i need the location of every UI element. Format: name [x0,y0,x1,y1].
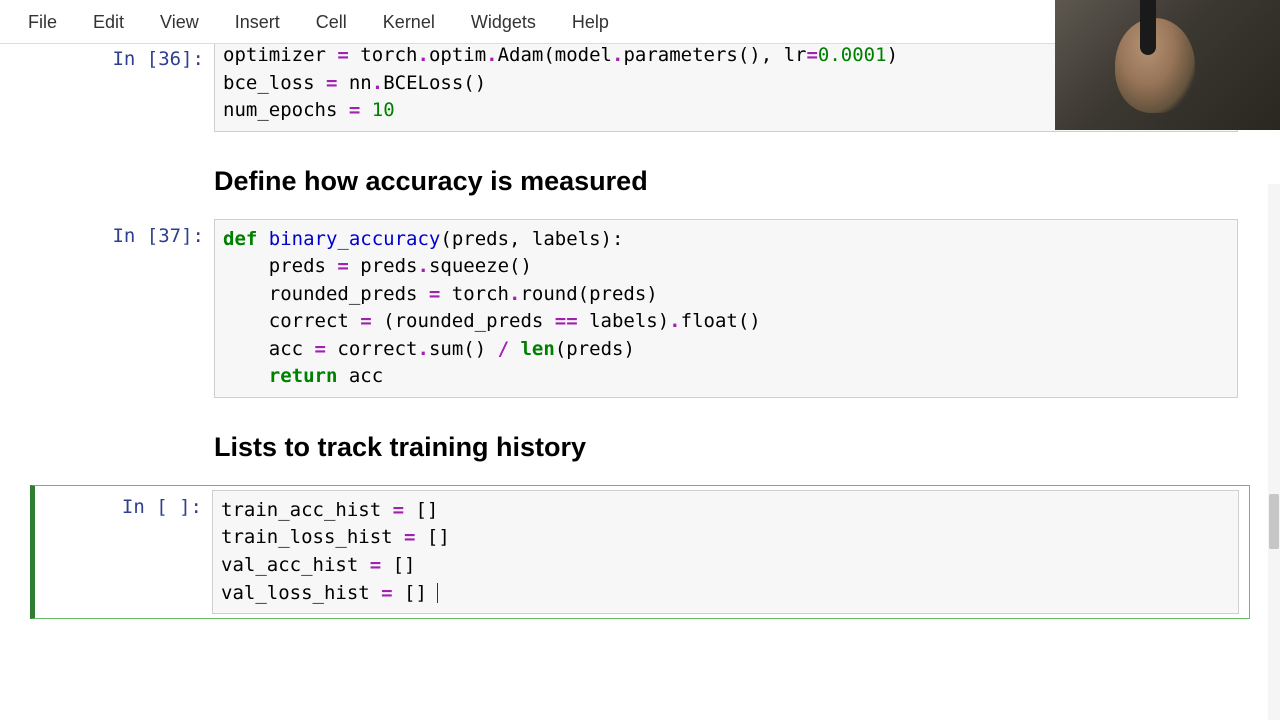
code-op: . [612,44,623,66]
menu-widgets[interactable]: Widgets [453,0,554,44]
menu-insert[interactable]: Insert [217,0,298,44]
code-text: acc [223,338,315,360]
scrollbar-track[interactable] [1268,184,1280,720]
code-text: train_acc_hist [221,499,393,521]
code-text [257,228,268,250]
code-text: optimizer [223,44,337,66]
code-text: optim [429,44,486,66]
code-kw: return [269,365,338,387]
code-op: = [337,255,348,277]
code-op: = [429,283,440,305]
code-op: == [555,310,578,332]
code-cell-active[interactable]: In [ ]: train_acc_hist = [] train_loss_h… [30,485,1250,619]
code-text: train_loss_hist [221,526,404,548]
code-op: = [315,338,326,360]
markdown-cell[interactable]: Define how accuracy is measured [0,136,1280,215]
code-text: (preds, labels): [440,228,623,250]
cell-prompt [14,432,214,463]
markdown-heading: Define how accuracy is measured [214,166,648,197]
code-text: nn [337,72,371,94]
code-text: [] [404,499,438,521]
code-builtin: len [520,338,554,360]
markdown-cell[interactable]: Lists to track training history [0,402,1280,481]
code-text: correct [326,338,418,360]
menu-kernel[interactable]: Kernel [365,0,453,44]
code-text: labels) [578,310,670,332]
notebook-area: In [36]: optimizer = torch.optim.Adam(mo… [0,44,1280,720]
code-cell-37[interactable]: In [37]: def binary_accuracy(preds, labe… [0,215,1280,402]
code-text: preds [349,255,418,277]
code-text: num_epochs [223,99,349,121]
code-text: torch [440,283,509,305]
code-op: = [349,99,360,121]
code-input[interactable]: def binary_accuracy(preds, labels): pred… [214,219,1238,398]
code-text [509,338,520,360]
code-op: = [806,44,817,66]
code-op: . [417,255,428,277]
code-text: Adam(model [498,44,612,66]
cell-prompt: In [36]: [14,44,214,132]
code-op: = [326,72,337,94]
code-num: 10 [372,99,395,121]
code-text: correct [223,310,360,332]
code-op: . [509,283,520,305]
code-op: . [486,44,497,66]
code-op: = [370,554,381,576]
code-op: = [393,499,404,521]
code-text: BCELoss() [383,72,486,94]
scrollbar-thumb[interactable] [1269,494,1279,549]
code-op: . [372,72,383,94]
menu-view[interactable]: View [142,0,217,44]
code-num: 0.0001 [818,44,887,66]
menu-file[interactable]: File [10,0,75,44]
markdown-heading: Lists to track training history [214,432,586,463]
code-op: = [337,44,348,66]
code-text: bce_loss [223,72,326,94]
code-op: . [417,338,428,360]
code-text: preds [223,255,337,277]
code-text: round(preds) [520,283,657,305]
code-text: acc [337,365,383,387]
code-kw: def [223,228,257,250]
code-text: [] [393,582,427,604]
menu-help[interactable]: Help [554,0,627,44]
text-cursor [437,583,438,603]
cell-prompt [14,166,214,197]
menu-edit[interactable]: Edit [75,0,142,44]
code-text: float() [681,310,761,332]
code-text: rounded_preds [223,283,429,305]
code-op: . [669,310,680,332]
code-text: [] [381,554,415,576]
code-text [360,99,371,121]
code-text [223,365,269,387]
code-text: sum() [429,338,498,360]
cell-prompt: In [37]: [14,219,214,398]
code-text: torch [349,44,418,66]
code-op: = [360,310,371,332]
code-op: = [404,526,415,548]
code-op: . [417,44,428,66]
menu-cell[interactable]: Cell [298,0,365,44]
code-text: (preds) [555,338,635,360]
code-text: ) [887,44,898,66]
code-text: (rounded_preds [372,310,555,332]
code-text: parameters(), lr [623,44,806,66]
code-text: val_acc_hist [221,554,370,576]
code-text: squeeze() [429,255,532,277]
cell-prompt: In [ ]: [35,490,212,614]
code-text: val_loss_hist [221,582,381,604]
code-op: = [381,582,392,604]
code-text: [] [415,526,449,548]
code-op: / [498,338,509,360]
webcam-overlay [1055,0,1280,130]
code-input[interactable]: train_acc_hist = [] train_loss_hist = []… [212,490,1239,614]
code-fn: binary_accuracy [269,228,441,250]
